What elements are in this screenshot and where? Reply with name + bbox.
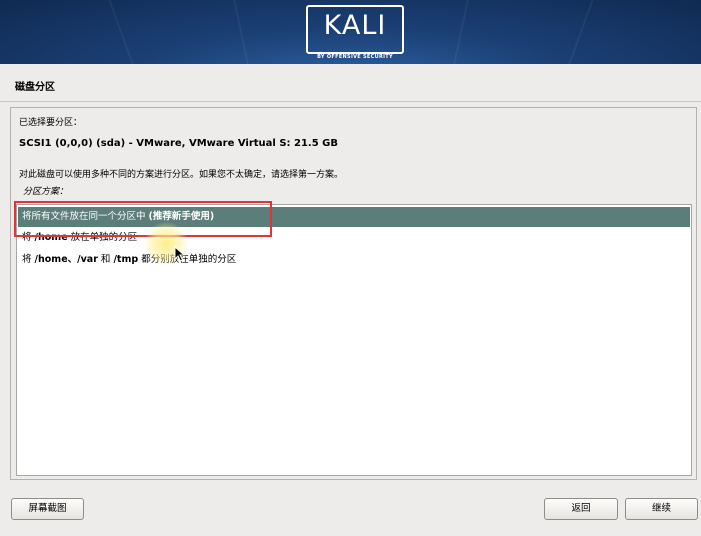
- description: 对此磁盘可以使用多种不同的方案进行分区。如果您不太确定，请选择第一方案。: [19, 170, 344, 180]
- option-text: 和: [97, 254, 114, 265]
- disk-name: SCSI1 (0,0,0) (sda) - VMware, VMware Vir…: [19, 138, 338, 149]
- scheme-list[interactable]: 将所有文件放在同一个分区中 (推荐新手使用) 将 /home 放在单独的分区 将…: [16, 204, 692, 476]
- screenshot-button[interactable]: 屏幕截图: [11, 498, 84, 520]
- option-text: 将: [22, 254, 35, 265]
- logo-text: KALI: [323, 10, 387, 41]
- kali-banner: KALI BY OFFENSIVE SECURITY: [0, 0, 701, 64]
- mouse-pointer-icon: [174, 246, 186, 262]
- banner-ray: [233, 0, 249, 64]
- kali-logo: KALI: [306, 5, 404, 54]
- scheme-label: 分区方案：: [23, 187, 69, 197]
- option-bold: /tmp: [113, 254, 139, 265]
- continue-button[interactable]: 继续: [625, 498, 698, 520]
- logo-subtitle: BY OFFENSIVE SECURITY: [317, 54, 393, 60]
- page-title: 磁盘分区: [15, 82, 55, 93]
- selected-label: 已选择要分区：: [19, 118, 83, 128]
- back-button[interactable]: 返回: [544, 498, 618, 520]
- annotation-highlight-box: [14, 201, 272, 237]
- banner-ray: [568, 0, 594, 64]
- title-bar: 磁盘分区: [0, 64, 701, 102]
- banner-ray: [453, 0, 469, 64]
- banner-ray: [108, 0, 134, 64]
- list-item[interactable]: 将 /home、/var 和 /tmp 都分别放在单独的分区: [18, 250, 690, 270]
- option-bold: /home、/var: [34, 254, 98, 265]
